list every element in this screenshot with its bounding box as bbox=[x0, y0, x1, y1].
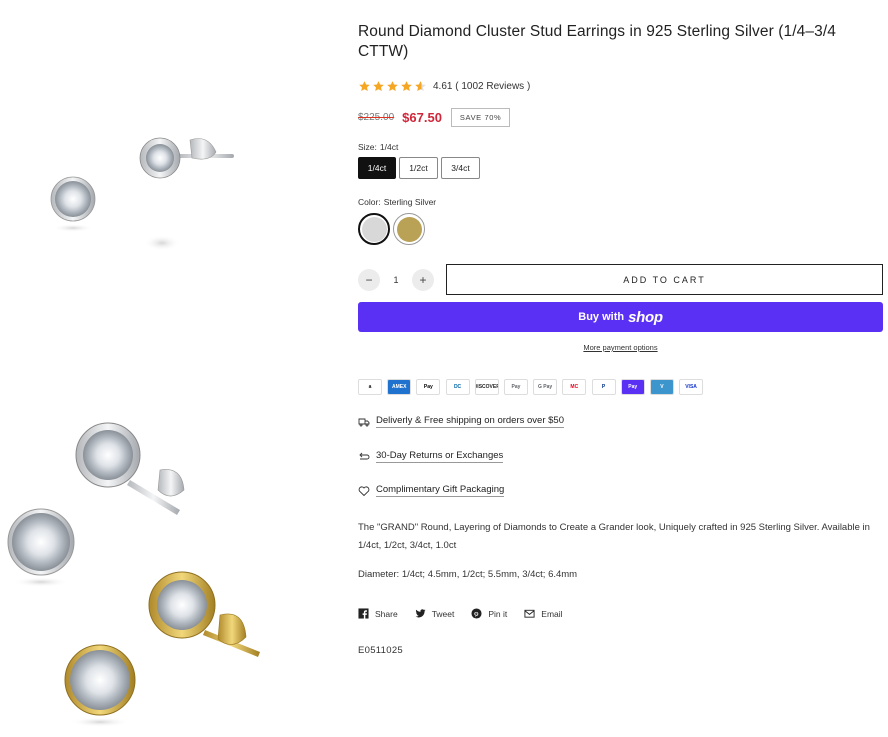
product-image-2 bbox=[7, 422, 260, 727]
size-option-1-2ct[interactable]: 1/2ct bbox=[399, 157, 438, 179]
truck-icon bbox=[358, 418, 370, 426]
product-description: The "GRAND" Round, Layering of Diamonds … bbox=[358, 522, 870, 551]
color-option-label: Color: Sterling Silver bbox=[358, 197, 437, 207]
buy-with-shop-button[interactable]: Buy with shop bbox=[358, 302, 883, 332]
rating-value: 4.61 bbox=[433, 80, 453, 92]
shop-logo: shop bbox=[628, 308, 663, 326]
size-option-label: Size: 1/4ct bbox=[358, 142, 399, 152]
star-icon bbox=[387, 80, 398, 91]
price-row: $225.00 $67.50 SAVE 70% bbox=[358, 108, 511, 127]
product-rating[interactable]: 4.61 ( 1002 Reviews ) bbox=[358, 78, 530, 94]
return-arrow-icon bbox=[359, 452, 370, 459]
email-icon bbox=[524, 609, 535, 618]
shop-pay-icon: Pay bbox=[620, 379, 645, 395]
twitter-icon bbox=[415, 609, 426, 618]
star-icon bbox=[401, 80, 412, 91]
product-dimensions: Diameter: 1/4ct; 4.5mm, 1/2ct; 5.5mm, 3/… bbox=[358, 569, 578, 580]
rating-count: ( 1002 Reviews ) bbox=[455, 80, 531, 92]
feature-gift-text: Complimentary Gift Packaging bbox=[376, 484, 505, 497]
share-email-button[interactable]: Email bbox=[524, 608, 563, 619]
venmo-icon: V bbox=[649, 379, 674, 395]
share-row: Share Tweet Pin it Email bbox=[358, 608, 580, 619]
google-pay-icon: Pay bbox=[503, 379, 528, 395]
product-images[interactable] bbox=[0, 0, 330, 737]
swatch-silver-fill bbox=[361, 216, 387, 242]
size-option-3-4ct[interactable]: 3/4ct bbox=[441, 157, 480, 179]
apple-pay-icon: Pay bbox=[416, 379, 441, 395]
swatch-gold[interactable] bbox=[393, 213, 425, 245]
save-badge: SAVE 70% bbox=[450, 108, 511, 127]
product-sku: E0511025 bbox=[358, 645, 404, 656]
gpay-icon: G Pay bbox=[533, 379, 558, 395]
product-image-1 bbox=[50, 137, 234, 251]
feature-returns-text: 30-Day Returns or Exchanges bbox=[376, 450, 504, 463]
feature-shipping-text: Deliverly & Free shipping on orders over… bbox=[376, 415, 564, 428]
color-selector bbox=[358, 213, 428, 245]
feature-returns[interactable]: 30-Day Returns or Exchanges bbox=[358, 450, 504, 463]
product-title: Round Diamond Cluster Stud Earrings in 9… bbox=[358, 23, 836, 60]
pinterest-icon bbox=[471, 608, 482, 619]
star-icon bbox=[415, 80, 426, 91]
share-twitter-button[interactable]: Tweet bbox=[415, 608, 455, 619]
add-to-cart-button[interactable]: ADD TO CART bbox=[446, 264, 883, 295]
share-twitter-label: Tweet bbox=[431, 608, 455, 619]
heart-icon bbox=[358, 485, 370, 496]
product-gallery bbox=[0, 0, 330, 737]
feature-shipping[interactable]: Deliverly & Free shipping on orders over… bbox=[358, 415, 564, 428]
size-selector: 1/4ct 1/2ct 3/4ct bbox=[358, 157, 483, 179]
paypal-icon: P bbox=[591, 379, 616, 395]
amex-icon: AMEX bbox=[387, 379, 412, 395]
quantity-input[interactable]: 1 bbox=[380, 275, 412, 285]
more-payment-options-link[interactable]: More payment options bbox=[583, 343, 657, 352]
quantity-decrease-button[interactable]: − bbox=[358, 268, 380, 291]
quantity-increase-button[interactable]: + bbox=[412, 268, 434, 291]
mastercard-icon: MC bbox=[562, 379, 587, 395]
share-email-label: Email bbox=[541, 608, 563, 619]
facebook-icon bbox=[358, 608, 369, 619]
star-icon bbox=[373, 80, 384, 91]
visa-icon: VISA bbox=[679, 379, 704, 395]
quantity-row: − 1 + ADD TO CART bbox=[358, 264, 883, 295]
share-facebook-button[interactable]: Share bbox=[358, 608, 398, 619]
buy-with-label: Buy with bbox=[578, 311, 625, 323]
sale-price: $67.50 bbox=[402, 110, 442, 125]
discover-icon: DISCOVER bbox=[474, 379, 499, 395]
size-option-1-4ct[interactable]: 1/4ct bbox=[358, 157, 396, 179]
selected-color: Sterling Silver bbox=[383, 197, 437, 207]
swatch-gold-fill bbox=[396, 216, 422, 242]
feature-gift[interactable]: Complimentary Gift Packaging bbox=[358, 484, 505, 497]
share-facebook-label: Share bbox=[375, 608, 398, 619]
swatch-sterling-silver[interactable] bbox=[358, 213, 390, 245]
star-icon bbox=[359, 80, 370, 91]
compare-price: $225.00 bbox=[358, 112, 395, 123]
payment-icons: a AMEX Pay DC DISCOVER Pay G Pay MC P Pay V VISA bbox=[358, 379, 708, 395]
amazon-pay-icon: a bbox=[358, 379, 382, 395]
selected-size: 1/4ct bbox=[379, 142, 399, 152]
share-pinterest-label: Pin it bbox=[488, 608, 508, 619]
share-pinterest-button[interactable]: Pin it bbox=[471, 608, 507, 619]
rating-stars bbox=[358, 80, 428, 93]
diners-club-icon: DC bbox=[445, 379, 470, 395]
